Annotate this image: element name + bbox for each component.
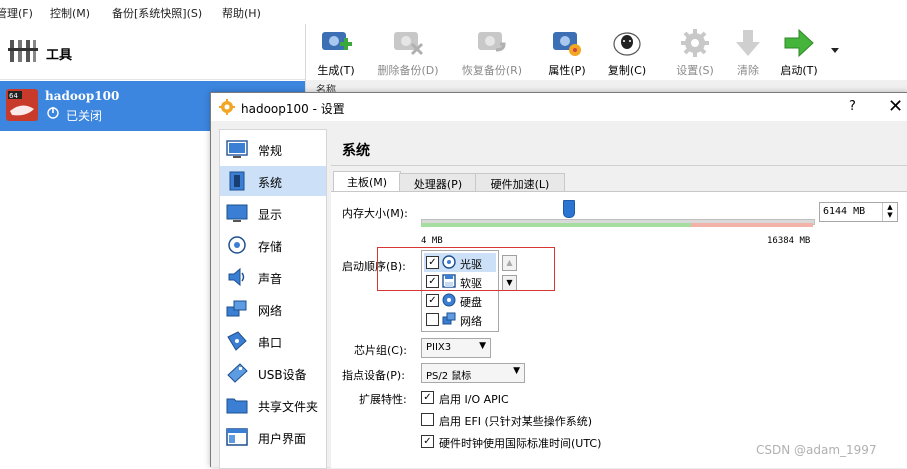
menu-machine[interactable]: 控制(M) bbox=[50, 5, 90, 21]
tools-label: 工具 bbox=[46, 48, 73, 63]
start-button[interactable]: 启动(T) bbox=[774, 24, 824, 80]
nav-item-network[interactable]: 网络 bbox=[220, 294, 326, 324]
discard-arrow-icon bbox=[736, 30, 760, 56]
restore-snapshot-icon bbox=[478, 32, 506, 52]
tools-icon bbox=[8, 40, 38, 62]
vm-badge: 64 bbox=[9, 92, 18, 100]
memory-slider-thumb[interactable] bbox=[563, 200, 575, 218]
help-button[interactable]: ? bbox=[849, 99, 856, 114]
storage-icon bbox=[228, 236, 246, 254]
tools-row[interactable]: 工具 bbox=[0, 24, 305, 80]
delete-snapshot-button[interactable]: 删除备份(D) bbox=[372, 24, 444, 80]
chevron-down-icon: ▼ bbox=[513, 366, 520, 376]
memory-min-label: 4 MB bbox=[421, 236, 443, 246]
discard-button[interactable]: 清除 bbox=[726, 24, 770, 80]
restore-snapshot-button[interactable]: 恢复备份(R) bbox=[456, 24, 528, 80]
general-icon bbox=[226, 140, 248, 158]
nav-item-serial[interactable]: 串口 bbox=[220, 326, 326, 356]
vm-name: hadoop100 bbox=[45, 89, 120, 103]
start-arrow-icon bbox=[784, 28, 814, 58]
utc-clock-checkbox[interactable]: ✓ bbox=[421, 435, 434, 448]
memory-value: 6144 MB bbox=[823, 206, 866, 217]
start-dropdown-arrow-icon[interactable] bbox=[830, 46, 840, 54]
nav-item-system[interactable]: 系统 bbox=[220, 166, 326, 196]
memory-spin-arrows[interactable]: ▲ ▼ bbox=[882, 203, 897, 221]
boot-item-network[interactable]: 网络 bbox=[424, 310, 496, 329]
dialog-titlebar: hadoop100 - 设置 ? ✕ bbox=[211, 93, 907, 121]
nav-item-storage[interactable]: 存储 bbox=[220, 230, 326, 260]
chipset-select[interactable]: PIIX3 ▼ bbox=[421, 338, 491, 358]
clone-button[interactable]: 复制(C) bbox=[602, 24, 652, 80]
memory-spinbox[interactable]: 6144 MB ▲ ▼ bbox=[819, 202, 898, 222]
memory-slider-scale bbox=[421, 223, 813, 227]
nav-item-general[interactable]: 常规 bbox=[220, 134, 326, 164]
system-icon bbox=[229, 171, 245, 191]
efi-checkbox[interactable] bbox=[421, 413, 434, 426]
settings-nav: 常规 系统 显示 存储 声音 网络 串口 USB设备 共享文件夹 用户界面 bbox=[219, 129, 327, 469]
settings-gear-icon bbox=[219, 99, 235, 115]
nav-item-display[interactable]: 显示 bbox=[220, 198, 326, 228]
properties-icon bbox=[553, 32, 581, 56]
chevron-down-icon: ▼ bbox=[479, 341, 486, 351]
nav-item-audio[interactable]: 声音 bbox=[220, 262, 326, 292]
close-button[interactable]: ✕ bbox=[888, 96, 903, 117]
shared-folder-icon bbox=[226, 398, 248, 414]
settings-button[interactable]: 设置(S) bbox=[670, 24, 720, 80]
section-title: 系统 bbox=[342, 143, 370, 159]
memory-label: 内存大小(M): bbox=[342, 207, 408, 220]
watermark: CSDN @adam_1997 bbox=[756, 443, 877, 457]
serial-port-icon bbox=[227, 331, 247, 351]
clone-sheep-icon bbox=[613, 32, 641, 56]
chipset-label: 芯片组(C): bbox=[354, 344, 407, 357]
io-apic-checkbox[interactable]: ✓ bbox=[421, 391, 434, 404]
menu-file[interactable]: 管理(F) bbox=[0, 5, 33, 21]
extended-features-label: 扩展特性: bbox=[359, 393, 407, 406]
nav-item-usb[interactable]: USB设备 bbox=[220, 358, 326, 388]
boot-network-checkbox[interactable] bbox=[426, 313, 439, 326]
pointing-device-select[interactable]: PS/2 鼠标 ▼ bbox=[421, 363, 525, 383]
nav-item-user-interface[interactable]: 用户界面 bbox=[220, 422, 326, 452]
display-icon bbox=[226, 204, 248, 222]
hard-disk-icon bbox=[442, 293, 456, 307]
memory-max-label: 16384 MB bbox=[767, 236, 811, 246]
pointing-device-label: 指点设备(P): bbox=[342, 369, 405, 382]
menubar: 管理(F) 控制(M) 备份[系统快照](S) 帮助(H) bbox=[0, 0, 907, 25]
delete-snapshot-icon bbox=[394, 32, 424, 56]
settings-dialog: hadoop100 - 设置 ? ✕ 常规 系统 显示 存储 声音 网络 串口 … bbox=[210, 92, 907, 469]
properties-button[interactable]: 属性(P) bbox=[542, 24, 592, 80]
boot-item-hard-disk[interactable]: ✓ 硬盘 bbox=[424, 291, 496, 310]
boot-hard-disk-checkbox[interactable]: ✓ bbox=[426, 294, 439, 307]
vm-os-icon: 64 bbox=[6, 89, 38, 121]
network-boot-icon bbox=[442, 312, 456, 325]
audio-icon bbox=[228, 267, 245, 287]
network-icon bbox=[226, 300, 247, 317]
dialog-title: hadoop100 - 设置 bbox=[241, 102, 345, 116]
menu-help[interactable]: 帮助(H) bbox=[222, 5, 261, 21]
nav-item-shared-folders[interactable]: 共享文件夹 bbox=[220, 390, 326, 420]
gear-icon bbox=[681, 29, 709, 57]
take-snapshot-button[interactable]: 生成(T) bbox=[308, 24, 364, 80]
section-divider bbox=[331, 165, 907, 166]
highlight-annotation-box bbox=[377, 247, 555, 291]
motherboard-panel bbox=[331, 191, 907, 468]
new-snapshot-icon bbox=[322, 32, 352, 50]
power-off-icon bbox=[47, 107, 59, 119]
snapshot-toolbar: 生成(T) 删除备份(D) 恢复备份(R) 属性(P) 复制(C) 设置(S) … bbox=[306, 24, 907, 80]
usb-icon bbox=[227, 363, 248, 383]
menu-snapshot[interactable]: 备份[系统快照](S) bbox=[112, 5, 202, 21]
vm-state: 已关闭 bbox=[66, 109, 103, 123]
user-interface-icon bbox=[226, 428, 248, 446]
